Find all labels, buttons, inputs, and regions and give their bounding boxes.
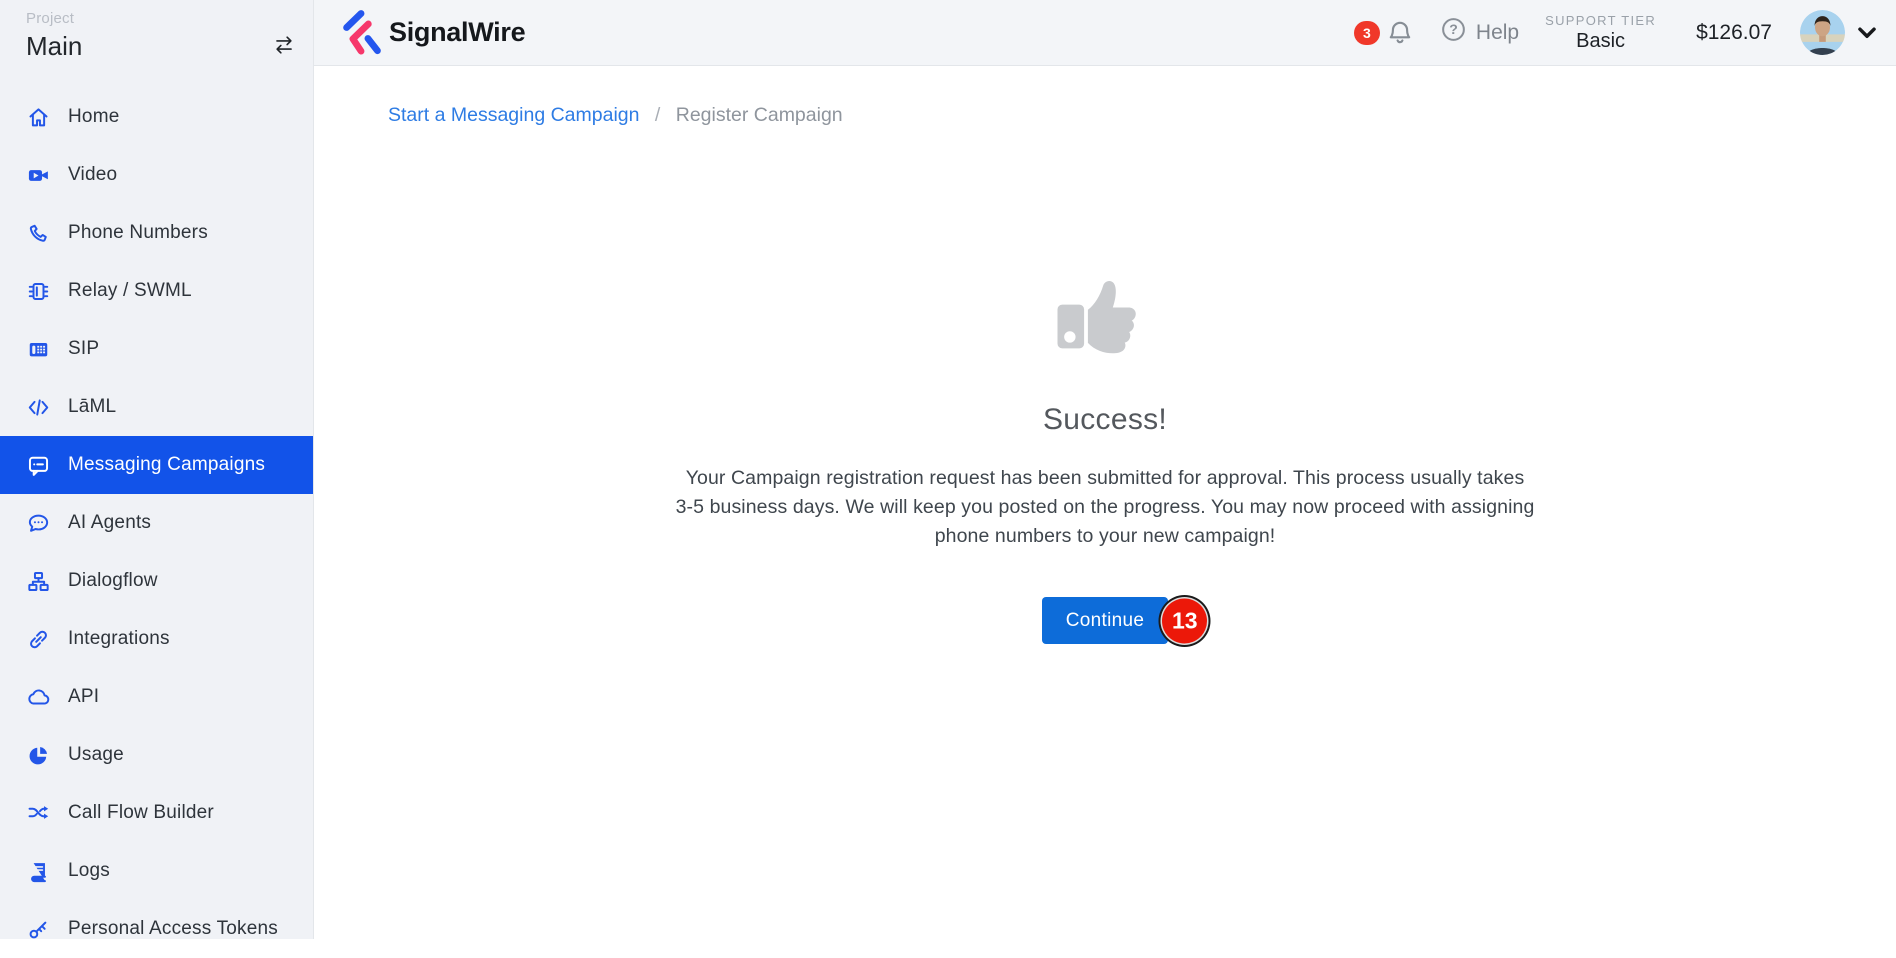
sidebar-item-label: AI Agents: [68, 512, 151, 534]
shuffle-icon: [26, 801, 51, 826]
support-tier-value: Basic: [1545, 30, 1656, 53]
sidebar-item-label: SIP: [68, 338, 99, 360]
swap-arrows-icon[interactable]: [271, 32, 297, 58]
breadcrumb: Start a Messaging Campaign / Register Ca…: [388, 104, 1896, 127]
sidebar-item-label: Call Flow Builder: [68, 802, 214, 824]
sidebar-item-label: Usage: [68, 744, 124, 766]
sidebar-item-call-flow-builder[interactable]: Call Flow Builder: [0, 784, 313, 842]
home-icon: [26, 105, 51, 130]
chat-dots-icon: [26, 511, 51, 536]
sidebar-item-sip[interactable]: SIP: [0, 320, 313, 378]
sidebar-item-video[interactable]: Video: [0, 146, 313, 204]
success-message: Your Campaign registration request has b…: [314, 464, 1896, 551]
main-content: Start a Messaging Campaign / Register Ca…: [314, 66, 1896, 939]
chat-lines-icon: [26, 453, 51, 478]
chevron-down-icon[interactable]: [1854, 20, 1880, 46]
sidebar-item-label: API: [68, 686, 99, 708]
sidebar-item-integrations[interactable]: Integrations: [0, 610, 313, 668]
sidebar-item-home[interactable]: Home: [0, 88, 313, 146]
project-label: Project: [26, 10, 287, 27]
brand-home-link[interactable]: SignalWire: [342, 10, 525, 56]
code-icon: [26, 395, 51, 420]
book-icon: [26, 859, 51, 884]
sidebar-item-label: Relay / SWML: [68, 280, 192, 302]
sidebar-item-label: Video: [68, 164, 117, 186]
sidebar-item-relay-swml[interactable]: Relay / SWML: [0, 262, 313, 320]
breadcrumb-link[interactable]: Start a Messaging Campaign: [388, 104, 639, 126]
svg-text:?: ?: [1449, 21, 1458, 37]
help-label: Help: [1476, 21, 1519, 45]
sidebar-item-phone-numbers[interactable]: Phone Numbers: [0, 204, 313, 262]
sidebar-item-logs[interactable]: Logs: [0, 842, 313, 900]
question-circle-icon: ?: [1440, 16, 1467, 49]
topbar-right: 3 ? Help SUPPORT TIER: [1354, 10, 1896, 55]
topbar: SignalWire 3 ? Help: [314, 0, 1896, 66]
link-icon: [26, 627, 51, 652]
account-balance[interactable]: $126.07: [1696, 21, 1772, 45]
success-message-line-1: Your Campaign registration request has b…: [686, 467, 1525, 489]
support-tier: SUPPORT TIER Basic: [1545, 13, 1656, 53]
video-icon: [26, 163, 51, 188]
success-panel: Success! Your Campaign registration requ…: [314, 260, 1896, 644]
project-switcher[interactable]: Project Main: [0, 0, 313, 88]
bell-icon: [1384, 17, 1416, 49]
sidebar: Project Main Home Video Phone Numbers Relay…: [0, 0, 314, 939]
support-tier-label: SUPPORT TIER: [1545, 13, 1656, 28]
thumbs-up-icon: [314, 260, 1896, 379]
breadcrumb-separator: /: [655, 104, 660, 126]
phone-icon: [26, 221, 51, 246]
sidebar-item-label: LāML: [68, 396, 116, 418]
avatar[interactable]: [1800, 10, 1845, 55]
key-icon: [26, 917, 51, 942]
help-button[interactable]: ? Help: [1440, 16, 1519, 49]
continue-button[interactable]: Continue: [1042, 597, 1168, 644]
notification-count-badge: 3: [1354, 21, 1380, 45]
pie-chart-icon: [26, 743, 51, 768]
continue-button-wrap: Continue 13: [1042, 597, 1168, 644]
sidebar-nav: Home Video Phone Numbers Relay / SWML SIP LāM…: [0, 88, 313, 958]
sidebar-item-usage[interactable]: Usage: [0, 726, 313, 784]
sip-phone-icon: [26, 337, 51, 362]
sidebar-item-label: Dialogflow: [68, 570, 158, 592]
success-message-line-3: phone numbers to your new campaign!: [935, 525, 1276, 547]
breadcrumb-current: Register Campaign: [676, 104, 843, 126]
signalwire-logo-icon: [342, 10, 382, 56]
org-chart-icon: [26, 569, 51, 594]
sidebar-item-personal-access-tokens[interactable]: Personal Access Tokens: [0, 900, 313, 958]
sidebar-item-label: Integrations: [68, 628, 170, 650]
success-message-line-2: 3-5 business days. We will keep you post…: [676, 496, 1535, 518]
project-name: Main: [26, 31, 287, 62]
sidebar-item-label: Messaging Campaigns: [68, 454, 265, 476]
notifications-button[interactable]: 3: [1354, 17, 1416, 49]
cloud-icon: [26, 685, 51, 710]
sidebar-item-label: Logs: [68, 860, 110, 882]
sidebar-item-label: Phone Numbers: [68, 222, 208, 244]
sidebar-item-label: Personal Access Tokens: [68, 918, 278, 940]
success-heading: Success!: [314, 403, 1896, 437]
annotation-step-badge: 13: [1162, 598, 1207, 643]
sidebar-item-l-ml[interactable]: LāML: [0, 378, 313, 436]
sidebar-item-dialogflow[interactable]: Dialogflow: [0, 552, 313, 610]
sidebar-item-label: Home: [68, 106, 119, 128]
sidebar-item-messaging-campaigns[interactable]: Messaging Campaigns: [0, 436, 313, 494]
brand-name: SignalWire: [389, 17, 525, 48]
sidebar-item-api[interactable]: API: [0, 668, 313, 726]
chip-icon: [26, 279, 51, 304]
sidebar-item-ai-agents[interactable]: AI Agents: [0, 494, 313, 552]
